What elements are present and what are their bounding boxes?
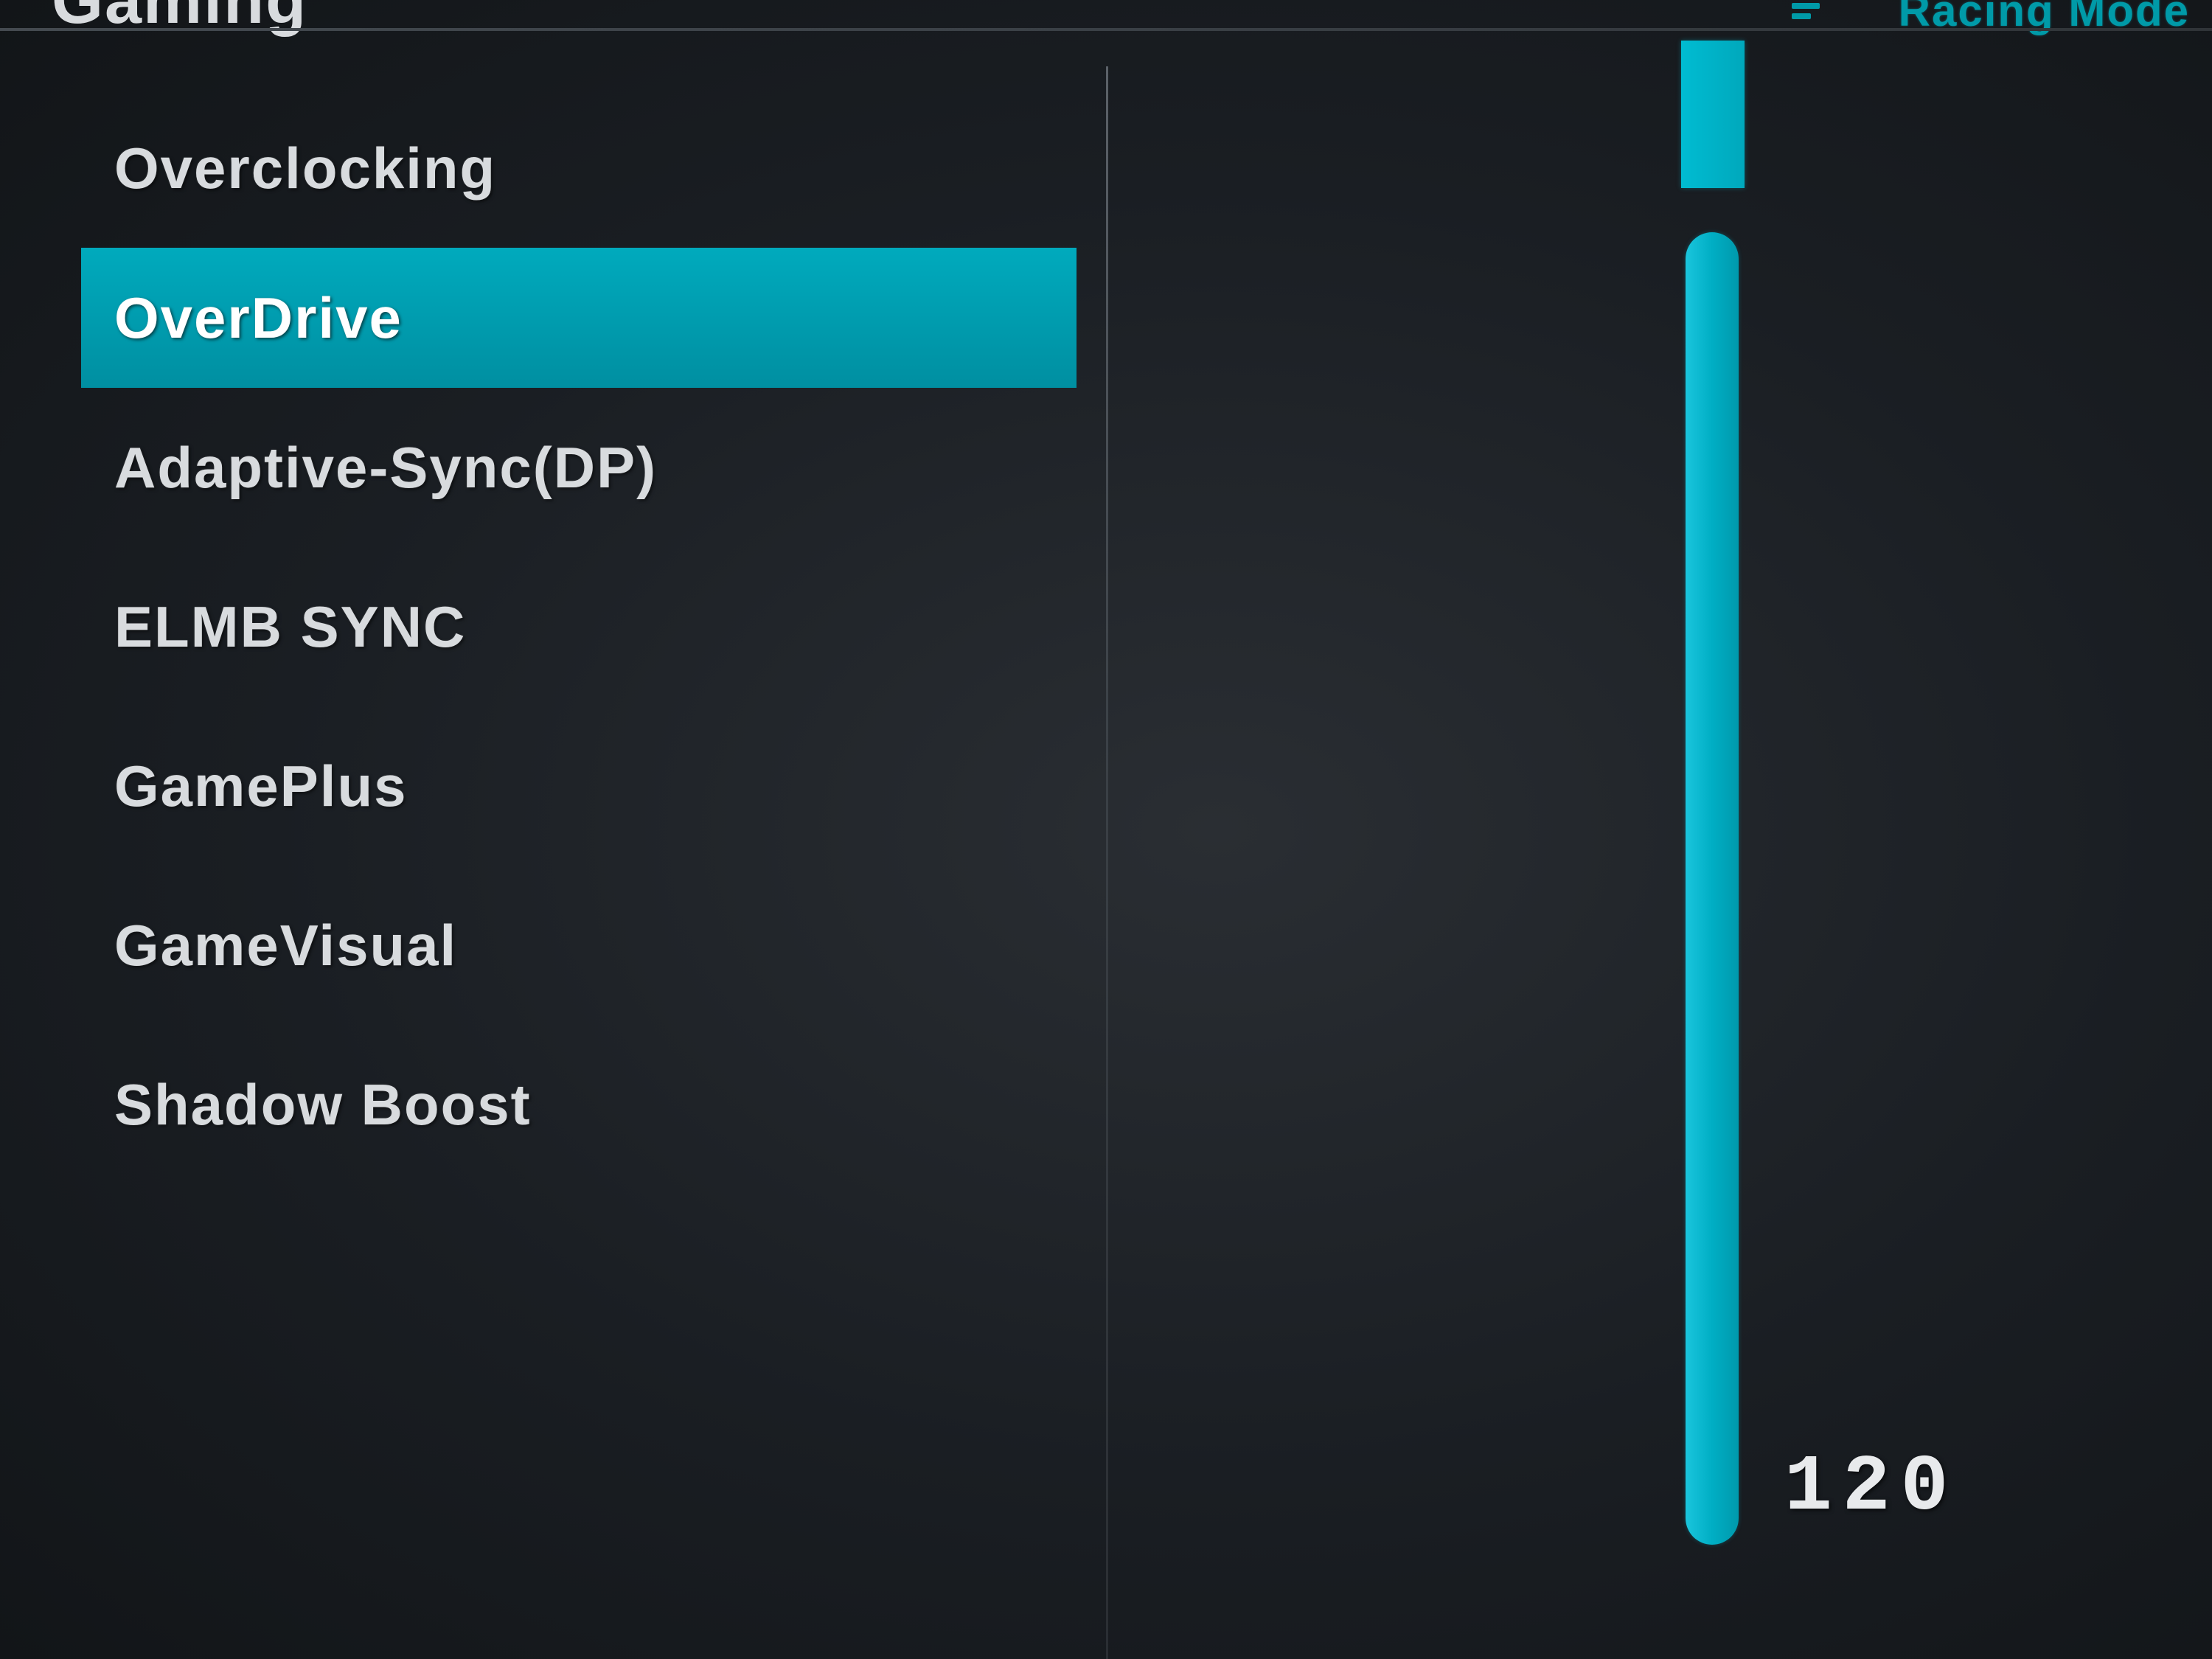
section-title: Gaming [52,0,307,39]
slider-area: 120 [1637,41,1932,1633]
menu-divider [1106,66,1108,1659]
slider-track[interactable] [1686,232,1739,1545]
slider-value: 120 [1784,1443,1958,1533]
slider-thumb[interactable] [1681,41,1745,188]
menu-item-adaptive-sync[interactable]: Adaptive-Sync(DP) [81,388,1077,547]
menu-item-elmb-sync[interactable]: ELMB SYNC [81,547,1077,706]
menu-item-overclocking[interactable]: Overclocking [81,88,1077,248]
menu-item-gamevisual[interactable]: GameVisual [81,866,1077,1025]
menu-item-shadow-boost[interactable]: Shadow Boost [81,1025,1077,1184]
mode-icon [1792,0,1829,18]
menu-item-gameplus[interactable]: GamePlus [81,706,1077,866]
header-divider [0,28,2212,31]
menu-item-overdrive[interactable]: OverDrive [81,248,1077,388]
menu-panel: Overclocking OverDrive Adaptive-Sync(DP)… [81,88,1077,1184]
